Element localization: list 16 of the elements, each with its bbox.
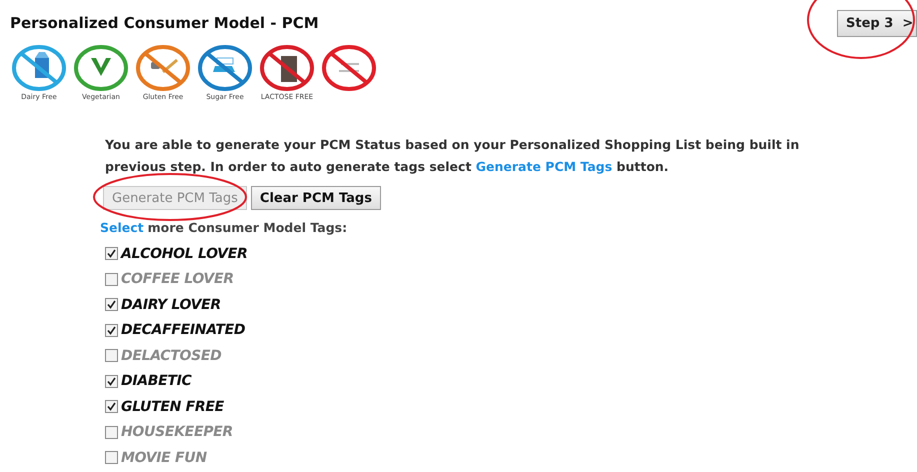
tag-label: MOVIE FUN <box>121 450 207 466</box>
tags-heading: more Consumer Model Tags: <box>148 220 348 235</box>
next-step-button[interactable]: Step 3 > <box>837 10 917 37</box>
tag-label: DIABETIC <box>121 373 192 390</box>
tag-label: COFFEE LOVER <box>121 271 234 288</box>
tag-label: DELACTOSED <box>121 348 222 364</box>
tag-label: DECAFFEINATED <box>121 322 246 338</box>
tag-label: DAIRY LOVER <box>121 296 221 313</box>
tag-label: HOUSEKEEPER <box>121 424 233 440</box>
tag-label: GLUTEN FREE <box>121 398 224 415</box>
clear-tags-button[interactable]: Clear PCM Tags <box>250 186 381 210</box>
tag-label: ALCOHOL LOVER <box>121 246 248 262</box>
page-title: Personalized Consumer Model - PCM <box>10 14 319 32</box>
generate-tags-link[interactable]: Generate PCM Tags <box>476 159 612 174</box>
instruction-text: You are able to generate your PCM Status based on your Personalized Shopping List being built in previous step. In order to auto generate tags select Generate PCM Tags button. <box>105 136 800 176</box>
select-link[interactable]: Select <box>100 220 144 235</box>
